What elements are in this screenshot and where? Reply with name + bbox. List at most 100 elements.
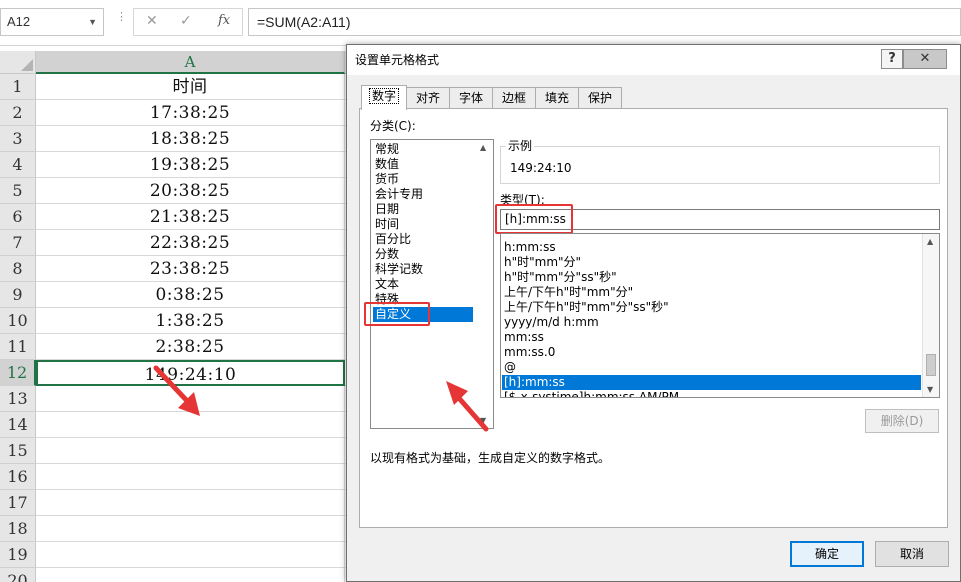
row-header[interactable]: 11 (0, 334, 36, 360)
list-item[interactable]: [h]:mm:ss (502, 375, 921, 390)
row-header[interactable]: 12 (0, 360, 36, 386)
help-button[interactable]: ? (881, 49, 903, 69)
row-header[interactable]: 16 (0, 464, 36, 490)
format-cells-dialog: 设置单元格格式 ? ✕ 数字 对齐 字体 边框 填充 保护 分类(C): 常规 数值 货币 会计… (346, 44, 961, 582)
row-header[interactable]: 8 (0, 256, 36, 282)
delete-button[interactable]: 删除(D) (865, 409, 939, 433)
cell-a[interactable]: 17:38:25 (36, 100, 345, 126)
row-header[interactable]: 13 (0, 386, 36, 412)
row-header[interactable]: 10 (0, 308, 36, 334)
tab-4[interactable]: 填充 (535, 87, 579, 109)
list-item[interactable]: yyyy/m/d h:mm (502, 315, 921, 330)
ok-button[interactable]: 确定 (790, 541, 864, 567)
cell-a[interactable]: 19:38:25 (36, 152, 345, 178)
tab-label: 数字 (368, 88, 399, 104)
confirm-icon[interactable]: ✓ (180, 13, 192, 29)
cell-a[interactable] (36, 438, 345, 464)
format-scrollbar[interactable]: ▲ ▼ (922, 234, 939, 397)
drag-handle-icon[interactable]: ⋮ (116, 11, 127, 32)
list-item[interactable]: 常规 (373, 142, 473, 157)
sample-value: 149:24:10 (510, 161, 572, 175)
list-item[interactable]: h:mm:ss (502, 240, 921, 255)
row-header[interactable]: 6 (0, 204, 36, 230)
tab-label: 字体 (458, 91, 483, 105)
list-item[interactable]: 文本 (373, 277, 473, 292)
tab-3[interactable]: 边框 (492, 87, 536, 109)
list-item[interactable]: [$-x-systime]h:mm:ss AM/PM (502, 390, 921, 397)
scrollbar-thumb[interactable] (926, 354, 936, 376)
number-tab-panel: 分类(C): 常规 数值 货币 会计专用 日期 时间 百分比 分数 科学记数 文本 特殊 自定义 ▲ … (359, 108, 948, 528)
cell-a[interactable]: 0:38:25 (36, 282, 345, 308)
category-highlight-box (364, 302, 430, 326)
hint-text: 以现有格式为基础，生成自定义的数字格式。 (370, 451, 611, 465)
tab-label: 边框 (501, 91, 526, 105)
row-header[interactable]: 14 (0, 412, 36, 438)
row-header[interactable]: 15 (0, 438, 36, 464)
cell-a[interactable]: 22:38:25 (36, 230, 345, 256)
scroll-down-icon[interactable]: ▼ (927, 385, 933, 394)
list-item[interactable]: 数值 (373, 157, 473, 172)
tab-2[interactable]: 字体 (449, 87, 493, 109)
row-header[interactable]: 18 (0, 516, 36, 542)
list-item[interactable]: 上午/下午h"时"mm"分"ss"秒" (502, 300, 921, 315)
list-item[interactable]: 货币 (373, 172, 473, 187)
list-item[interactable]: @ (502, 360, 921, 375)
row-header[interactable]: 4 (0, 152, 36, 178)
sample-label: 示例 (506, 137, 535, 154)
function-icon[interactable]: fx (218, 13, 230, 28)
close-button[interactable]: ✕ (903, 49, 947, 69)
scroll-up-icon[interactable]: ▲ (927, 237, 933, 246)
row-header[interactable]: 5 (0, 178, 36, 204)
row-header[interactable]: 19 (0, 542, 36, 568)
list-item[interactable]: 上午/下午h"时"mm"分" (502, 285, 921, 300)
list-item[interactable]: mm:ss (502, 330, 921, 345)
row-header[interactable]: 17 (0, 490, 36, 516)
row-header[interactable]: 2 (0, 100, 36, 126)
cancel-icon[interactable]: ✕ (146, 13, 158, 29)
name-box[interactable]: A12 ▼ (0, 8, 104, 36)
column-header-a[interactable]: A (36, 51, 345, 74)
cell-a[interactable]: 18:38:25 (36, 126, 345, 152)
cancel-button[interactable]: 取消 (875, 541, 949, 567)
corner-triangle-icon (21, 59, 33, 71)
row-header[interactable]: 1 (0, 74, 36, 100)
name-box-value: A12 (7, 14, 31, 29)
cell-a[interactable]: 2:38:25 (36, 334, 345, 360)
row-header[interactable]: 9 (0, 282, 36, 308)
list-item[interactable]: 日期 (373, 202, 473, 217)
formula-buttons: ✕ ✓ fx (133, 8, 243, 36)
cell-a[interactable] (36, 490, 345, 516)
tab-label: 保护 (587, 91, 612, 105)
cell-a[interactable]: 23:38:25 (36, 256, 345, 282)
red-arrow-icon (153, 365, 200, 416)
cell-a[interactable] (36, 516, 345, 542)
list-item[interactable]: mm:ss.0 (502, 345, 921, 360)
tab-1[interactable]: 对齐 (406, 87, 450, 109)
tab-5[interactable]: 保护 (578, 87, 622, 109)
tab-label: 对齐 (415, 91, 440, 105)
formula-input[interactable]: =SUM(A2:A11) (248, 8, 961, 36)
cell-a[interactable] (36, 542, 345, 568)
cell-a[interactable]: 20:38:25 (36, 178, 345, 204)
select-all-corner[interactable] (0, 51, 36, 74)
scroll-up-icon[interactable]: ▲ (480, 143, 486, 152)
list-item[interactable]: h"时"mm"分"ss"秒" (502, 270, 921, 285)
list-item[interactable]: 百分比 (373, 232, 473, 247)
cell-a[interactable]: 1:38:25 (36, 308, 345, 334)
cell-a[interactable] (36, 464, 345, 490)
list-item[interactable]: 会计专用 (373, 187, 473, 202)
row-header[interactable]: 20 (0, 568, 36, 582)
formula-bar: A12 ▼ ⋮ ✕ ✓ fx =SUM(A2:A11) (0, 0, 961, 46)
list-item[interactable]: 分数 (373, 247, 473, 262)
list-item[interactable]: 时间 (373, 217, 473, 232)
list-item[interactable]: h"时"mm"分" (502, 255, 921, 270)
cell-a[interactable]: 21:38:25 (36, 204, 345, 230)
cell-a[interactable] (36, 568, 345, 582)
format-list[interactable]: h:mm:ss h"时"mm"分" h"时"mm"分"ss"秒" 上午/下午h"时"m… (500, 233, 940, 398)
tab-0[interactable]: 数字 (361, 85, 407, 110)
row-header[interactable]: 3 (0, 126, 36, 152)
chevron-down-icon[interactable]: ▼ (88, 9, 97, 35)
list-item[interactable]: 科学记数 (373, 262, 473, 277)
cell-a[interactable]: 时间 (36, 74, 345, 100)
row-header[interactable]: 7 (0, 230, 36, 256)
